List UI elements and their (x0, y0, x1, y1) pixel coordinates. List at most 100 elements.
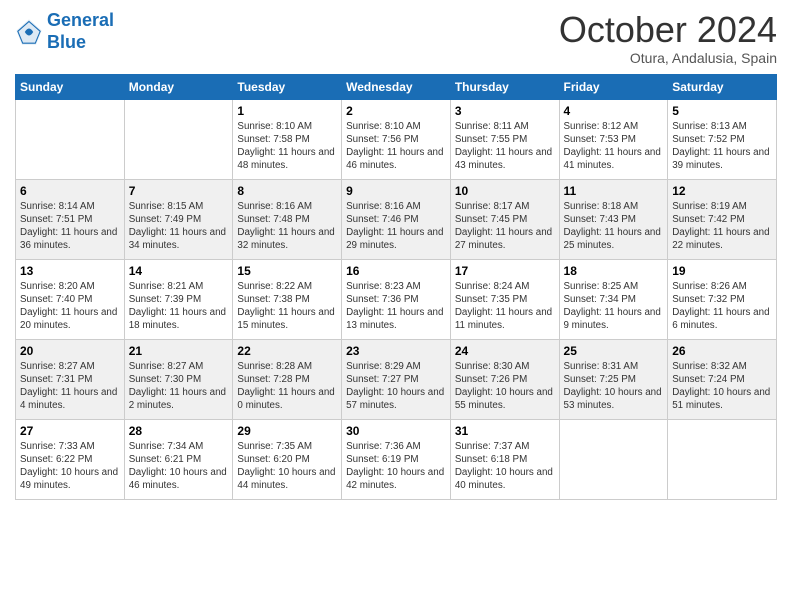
table-row: 22 Sunrise: 8:28 AM Sunset: 7:28 PM Dayli… (233, 339, 342, 419)
day-number: 30 (346, 424, 446, 438)
col-monday: Monday (124, 74, 233, 99)
table-row: 10 Sunrise: 8:17 AM Sunset: 7:45 PM Dayli… (450, 179, 559, 259)
day-number: 24 (455, 344, 555, 358)
table-row: 20 Sunrise: 8:27 AM Sunset: 7:31 PM Dayli… (16, 339, 125, 419)
day-info: Sunrise: 8:14 AM Sunset: 7:51 PM Dayligh… (20, 200, 120, 253)
day-number: 11 (564, 184, 664, 198)
table-row: 16 Sunrise: 8:23 AM Sunset: 7:36 PM Dayli… (342, 259, 451, 339)
calendar-row: 27 Sunrise: 7:33 AM Sunset: 6:22 PM Dayli… (16, 419, 777, 499)
table-row: 25 Sunrise: 8:31 AM Sunset: 7:25 PM Dayli… (559, 339, 668, 419)
day-info: Sunrise: 8:16 AM Sunset: 7:48 PM Dayligh… (237, 200, 337, 253)
day-info: Sunrise: 8:24 AM Sunset: 7:35 PM Dayligh… (455, 280, 555, 333)
day-info: Sunrise: 8:27 AM Sunset: 7:31 PM Dayligh… (20, 360, 120, 413)
table-row: 5 Sunrise: 8:13 AM Sunset: 7:52 PM Daylig… (668, 99, 777, 179)
calendar-row: 20 Sunrise: 8:27 AM Sunset: 7:31 PM Dayli… (16, 339, 777, 419)
calendar-table: Sunday Monday Tuesday Wednesday Thursday… (15, 74, 777, 500)
col-sunday: Sunday (16, 74, 125, 99)
calendar-body: 1 Sunrise: 8:10 AM Sunset: 7:58 PM Daylig… (16, 99, 777, 499)
day-info: Sunrise: 8:12 AM Sunset: 7:53 PM Dayligh… (564, 120, 664, 173)
day-info: Sunrise: 7:33 AM Sunset: 6:22 PM Dayligh… (20, 440, 120, 493)
day-info: Sunrise: 8:17 AM Sunset: 7:45 PM Dayligh… (455, 200, 555, 253)
day-number: 19 (672, 264, 772, 278)
col-friday: Friday (559, 74, 668, 99)
location: Otura, Andalusia, Spain (559, 50, 777, 66)
day-info: Sunrise: 8:10 AM Sunset: 7:56 PM Dayligh… (346, 120, 446, 173)
table-row (668, 419, 777, 499)
day-number: 28 (129, 424, 229, 438)
day-number: 31 (455, 424, 555, 438)
calendar-row: 1 Sunrise: 8:10 AM Sunset: 7:58 PM Daylig… (16, 99, 777, 179)
calendar-header: Sunday Monday Tuesday Wednesday Thursday… (16, 74, 777, 99)
day-number: 7 (129, 184, 229, 198)
day-number: 6 (20, 184, 120, 198)
day-number: 9 (346, 184, 446, 198)
col-tuesday: Tuesday (233, 74, 342, 99)
day-info: Sunrise: 8:13 AM Sunset: 7:52 PM Dayligh… (672, 120, 772, 173)
table-row: 23 Sunrise: 8:29 AM Sunset: 7:27 PM Dayli… (342, 339, 451, 419)
day-info: Sunrise: 8:16 AM Sunset: 7:46 PM Dayligh… (346, 200, 446, 253)
header-row: Sunday Monday Tuesday Wednesday Thursday… (16, 74, 777, 99)
day-info: Sunrise: 8:10 AM Sunset: 7:58 PM Dayligh… (237, 120, 337, 173)
day-number: 12 (672, 184, 772, 198)
table-row: 29 Sunrise: 7:35 AM Sunset: 6:20 PM Dayli… (233, 419, 342, 499)
day-number: 27 (20, 424, 120, 438)
title-block: October 2024 Otura, Andalusia, Spain (559, 10, 777, 66)
day-number: 14 (129, 264, 229, 278)
table-row: 9 Sunrise: 8:16 AM Sunset: 7:46 PM Daylig… (342, 179, 451, 259)
day-number: 22 (237, 344, 337, 358)
day-info: Sunrise: 8:31 AM Sunset: 7:25 PM Dayligh… (564, 360, 664, 413)
day-info: Sunrise: 8:28 AM Sunset: 7:28 PM Dayligh… (237, 360, 337, 413)
table-row: 1 Sunrise: 8:10 AM Sunset: 7:58 PM Daylig… (233, 99, 342, 179)
day-info: Sunrise: 8:27 AM Sunset: 7:30 PM Dayligh… (129, 360, 229, 413)
table-row: 18 Sunrise: 8:25 AM Sunset: 7:34 PM Dayli… (559, 259, 668, 339)
table-row: 17 Sunrise: 8:24 AM Sunset: 7:35 PM Dayli… (450, 259, 559, 339)
col-wednesday: Wednesday (342, 74, 451, 99)
day-info: Sunrise: 8:23 AM Sunset: 7:36 PM Dayligh… (346, 280, 446, 333)
day-number: 29 (237, 424, 337, 438)
table-row: 19 Sunrise: 8:26 AM Sunset: 7:32 PM Dayli… (668, 259, 777, 339)
day-number: 15 (237, 264, 337, 278)
day-number: 26 (672, 344, 772, 358)
day-info: Sunrise: 8:20 AM Sunset: 7:40 PM Dayligh… (20, 280, 120, 333)
day-info: Sunrise: 8:29 AM Sunset: 7:27 PM Dayligh… (346, 360, 446, 413)
day-info: Sunrise: 8:15 AM Sunset: 7:49 PM Dayligh… (129, 200, 229, 253)
day-info: Sunrise: 7:35 AM Sunset: 6:20 PM Dayligh… (237, 440, 337, 493)
day-info: Sunrise: 8:30 AM Sunset: 7:26 PM Dayligh… (455, 360, 555, 413)
day-info: Sunrise: 7:36 AM Sunset: 6:19 PM Dayligh… (346, 440, 446, 493)
day-number: 18 (564, 264, 664, 278)
day-number: 21 (129, 344, 229, 358)
table-row: 13Sunrise: 8:20 AM Sunset: 7:40 PM Dayli… (16, 259, 125, 339)
day-info: Sunrise: 8:22 AM Sunset: 7:38 PM Dayligh… (237, 280, 337, 333)
table-row: 4Sunrise: 8:12 AM Sunset: 7:53 PM Daylig… (559, 99, 668, 179)
logo: General Blue (15, 10, 114, 53)
table-row (16, 99, 125, 179)
day-info: Sunrise: 8:21 AM Sunset: 7:39 PM Dayligh… (129, 280, 229, 333)
day-number: 5 (672, 104, 772, 118)
day-info: Sunrise: 7:37 AM Sunset: 6:18 PM Dayligh… (455, 440, 555, 493)
table-row (559, 419, 668, 499)
day-info: Sunrise: 8:26 AM Sunset: 7:32 PM Dayligh… (672, 280, 772, 333)
day-info: Sunrise: 8:25 AM Sunset: 7:34 PM Dayligh… (564, 280, 664, 333)
day-number: 16 (346, 264, 446, 278)
day-number: 8 (237, 184, 337, 198)
month-title: October 2024 (559, 10, 777, 50)
col-thursday: Thursday (450, 74, 559, 99)
day-info: Sunrise: 7:34 AM Sunset: 6:21 PM Dayligh… (129, 440, 229, 493)
logo-text: General Blue (47, 10, 114, 53)
table-row: 28 Sunrise: 7:34 AM Sunset: 6:21 PM Dayli… (124, 419, 233, 499)
day-number: 25 (564, 344, 664, 358)
day-info: Sunrise: 8:19 AM Sunset: 7:42 PM Dayligh… (672, 200, 772, 253)
day-info: Sunrise: 8:11 AM Sunset: 7:55 PM Dayligh… (455, 120, 555, 173)
day-info: Sunrise: 8:32 AM Sunset: 7:24 PM Dayligh… (672, 360, 772, 413)
day-number: 10 (455, 184, 555, 198)
day-number: 17 (455, 264, 555, 278)
day-number: 1 (237, 104, 337, 118)
calendar-row: 6 Sunrise: 8:14 AM Sunset: 7:51 PM Daylig… (16, 179, 777, 259)
day-number: 23 (346, 344, 446, 358)
day-number: 20 (20, 344, 120, 358)
table-row: 31 Sunrise: 7:37 AM Sunset: 6:18 PM Dayli… (450, 419, 559, 499)
table-row: 12 Sunrise: 8:19 AM Sunset: 7:42 PM Dayli… (668, 179, 777, 259)
table-row (124, 99, 233, 179)
page: General Blue October 2024 Otura, Andalus… (0, 0, 792, 612)
col-saturday: Saturday (668, 74, 777, 99)
